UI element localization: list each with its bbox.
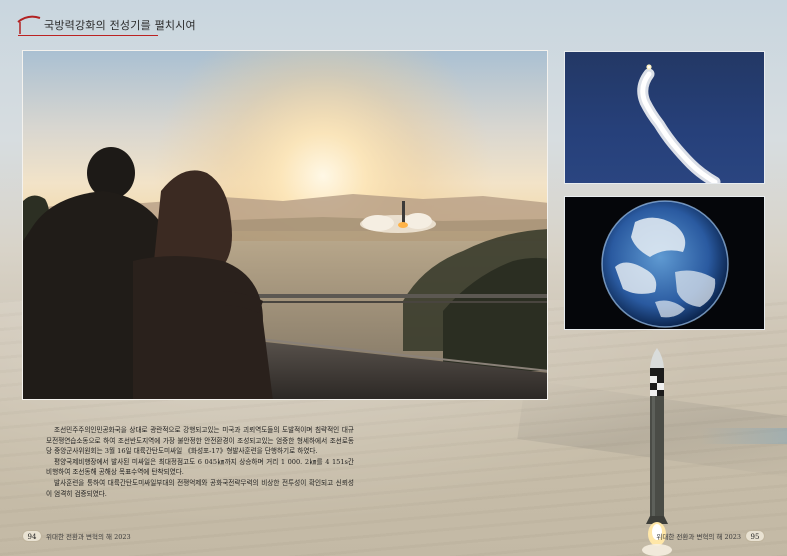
footer-left-text: 위대한 전환과 변혁의 해 2023 xyxy=(46,533,131,541)
section-header: 국방력강화의 전성기를 펼치시여 xyxy=(16,14,196,36)
photo-earth-from-space xyxy=(564,196,765,330)
photo-missile-launch-vertical xyxy=(640,346,674,556)
page-number-right: 95 xyxy=(745,530,765,542)
footer-left: 94 위대한 전환과 변혁의 해 2023 xyxy=(22,530,131,542)
article-body: 조선민주주의인민공화국을 상대로 광란적으로 강행되고있는 미국과 괴뢰역도들의… xyxy=(46,425,354,499)
main-photo-launch-observers xyxy=(22,50,548,400)
section-title: 국방력강화의 전성기를 펼치시여 xyxy=(44,19,196,32)
header-rule xyxy=(18,35,158,36)
swoosh-logo-icon xyxy=(16,14,42,36)
article-paragraph: 조선민주주의인민공화국을 상대로 광란적으로 강행되고있는 미국과 괴뢰역도들의… xyxy=(46,426,354,456)
footer-right: 위대한 전환과 변혁의 해 2023 95 xyxy=(656,530,765,542)
article-paragraph: 발사훈련을 통하여 대륙간탄도미싸일부대의 전쟁억제와 공화국전략무력의 비상한… xyxy=(46,478,354,498)
page-number-left: 94 xyxy=(22,530,42,542)
background-water xyxy=(700,428,787,444)
footer-right-text: 위대한 전환과 변혁의 해 2023 xyxy=(656,533,741,541)
photo-missile-ascending xyxy=(564,51,765,184)
article-paragraph: 평양국제비행장에서 발사된 미싸일은 최대정점고도 6 045㎞까지 상승하며 … xyxy=(46,457,354,477)
